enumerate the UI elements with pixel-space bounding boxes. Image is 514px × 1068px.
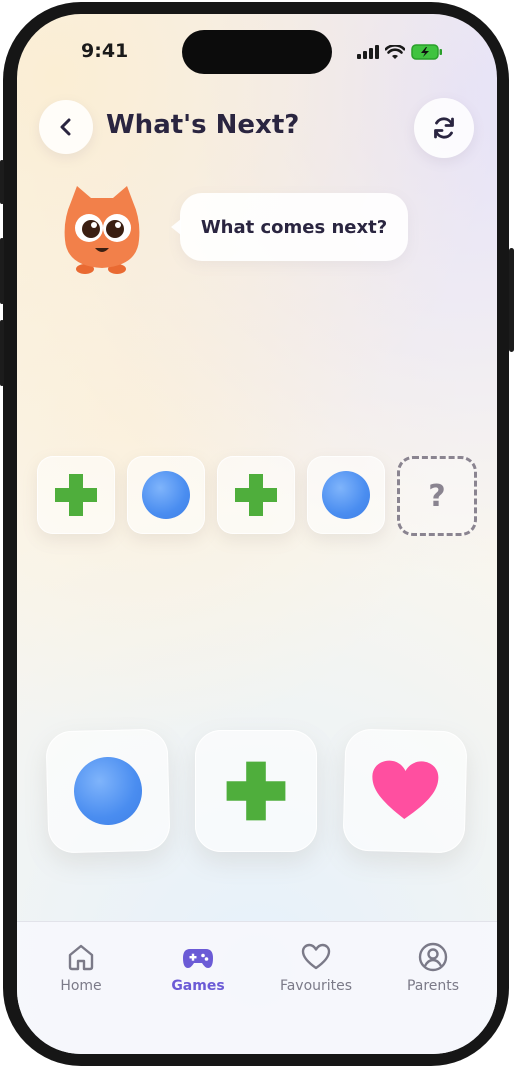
circle-icon (142, 471, 190, 519)
heart-icon (372, 760, 439, 819)
power-button (509, 248, 514, 352)
sequence-tile (217, 456, 295, 534)
nav-item-games[interactable]: Games (143, 942, 253, 994)
choice-heart[interactable] (342, 728, 468, 854)
choice-circle[interactable] (45, 728, 171, 854)
nav-label-home: Home (60, 978, 102, 994)
nav-item-parents[interactable]: Parents (378, 942, 488, 994)
volume-down-button (0, 320, 4, 386)
silent-switch (0, 160, 4, 204)
status-time: 9:41 (81, 40, 129, 62)
nav-item-favourites[interactable]: Favourites (261, 942, 371, 994)
choice-plus[interactable] (195, 730, 317, 852)
refresh-icon (434, 117, 454, 139)
sequence-tile (307, 456, 385, 534)
nav-label-favourites: Favourites (279, 978, 353, 994)
plus-icon (55, 474, 97, 516)
battery-icon (411, 44, 442, 60)
speech-bubble: What comes next? (171, 193, 408, 261)
heart-outline-icon (301, 943, 331, 970)
question-mark: ? (428, 478, 446, 514)
back-button[interactable] (39, 100, 93, 154)
nav-label-games: Games (171, 978, 225, 994)
sequence-tile (127, 456, 205, 534)
nav-item-home[interactable]: Home (26, 942, 136, 994)
circle-icon (73, 756, 143, 826)
dynamic-island (182, 30, 332, 74)
missing-slot[interactable]: ? (397, 456, 477, 536)
wifi-icon (385, 44, 405, 59)
circle-icon (322, 471, 370, 519)
chevron-left-icon (60, 118, 71, 136)
home-icon (68, 944, 94, 971)
user-circle-icon (418, 942, 448, 972)
volume-up-button (0, 238, 4, 304)
nav-label-parents: Parents (406, 978, 460, 994)
bottom-nav: Home Games Favourites Parents (17, 921, 497, 1054)
refresh-button[interactable] (414, 98, 474, 158)
signal-icon (357, 45, 379, 59)
plus-icon (235, 474, 277, 516)
status-icons (357, 40, 443, 64)
plus-icon (226, 761, 286, 821)
gamepad-icon (183, 949, 213, 968)
page-title: What's Next? (106, 110, 300, 140)
screen: 9:41 What's Next? What comes next? ? Hom… (17, 14, 497, 1054)
sequence-tile (37, 456, 115, 534)
mascot-icon (64, 186, 140, 274)
